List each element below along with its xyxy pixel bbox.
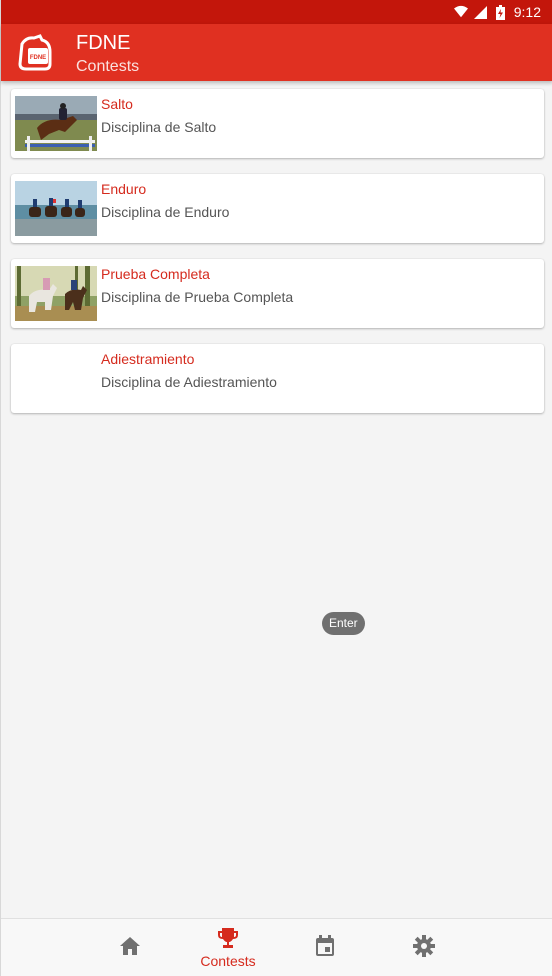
contest-card-enduro[interactable]: Enduro Disciplina de Enduro (11, 174, 544, 243)
contest-description: Disciplina de Enduro (101, 204, 230, 220)
show-jumping-photo (15, 96, 97, 151)
contest-description: Disciplina de Adiestramiento (101, 374, 277, 390)
wifi-icon (453, 5, 468, 19)
trophy-icon (216, 927, 240, 953)
app-subtitle: Contests (76, 58, 140, 75)
svg-text:FDNE: FDNE (30, 55, 46, 61)
contest-card-prueba-completa[interactable]: Prueba Completa Disciplina de Prueba Com… (11, 259, 544, 328)
app-logo-icon: FDNE (16, 34, 56, 72)
nav-settings[interactable] (384, 919, 464, 976)
contest-description: Disciplina de Salto (101, 119, 217, 135)
app-title: FDNE (76, 32, 131, 54)
endurance-riders-beach-photo (15, 181, 97, 236)
enter-toast: Enter (322, 612, 365, 635)
status-time: 9:12 (513, 4, 541, 20)
app-bar: FDNE FDNE Contests (1, 24, 552, 81)
nav-contests[interactable]: Contests (188, 919, 268, 976)
contest-title: Enduro (101, 181, 147, 197)
contest-list: Salto Disciplina de Salto Enduro Discipl… (11, 89, 544, 429)
bottom-navigation: Contests (1, 918, 552, 976)
contest-card-salto[interactable]: Salto Disciplina de Salto (11, 89, 544, 158)
signal-icon (474, 5, 488, 19)
contest-title: Adiestramiento (101, 351, 195, 367)
nav-contests-label: Contests (200, 953, 256, 969)
status-bar: 9:12 (1, 0, 552, 24)
nav-home[interactable] (90, 919, 170, 976)
contest-title: Salto (101, 96, 133, 112)
home-icon (119, 936, 141, 960)
eventing-riders-forest-photo (15, 266, 97, 321)
contest-card-adiestramiento[interactable]: Adiestramiento Disciplina de Adiestramie… (11, 344, 544, 413)
calendar-icon (315, 935, 335, 961)
nav-calendar[interactable] (285, 919, 365, 976)
contest-title: Prueba Completa (101, 266, 210, 282)
battery-icon (494, 4, 508, 20)
empty-image-placeholder (15, 351, 97, 406)
gear-icon (413, 935, 435, 961)
contest-description: Disciplina de Prueba Completa (101, 289, 294, 305)
